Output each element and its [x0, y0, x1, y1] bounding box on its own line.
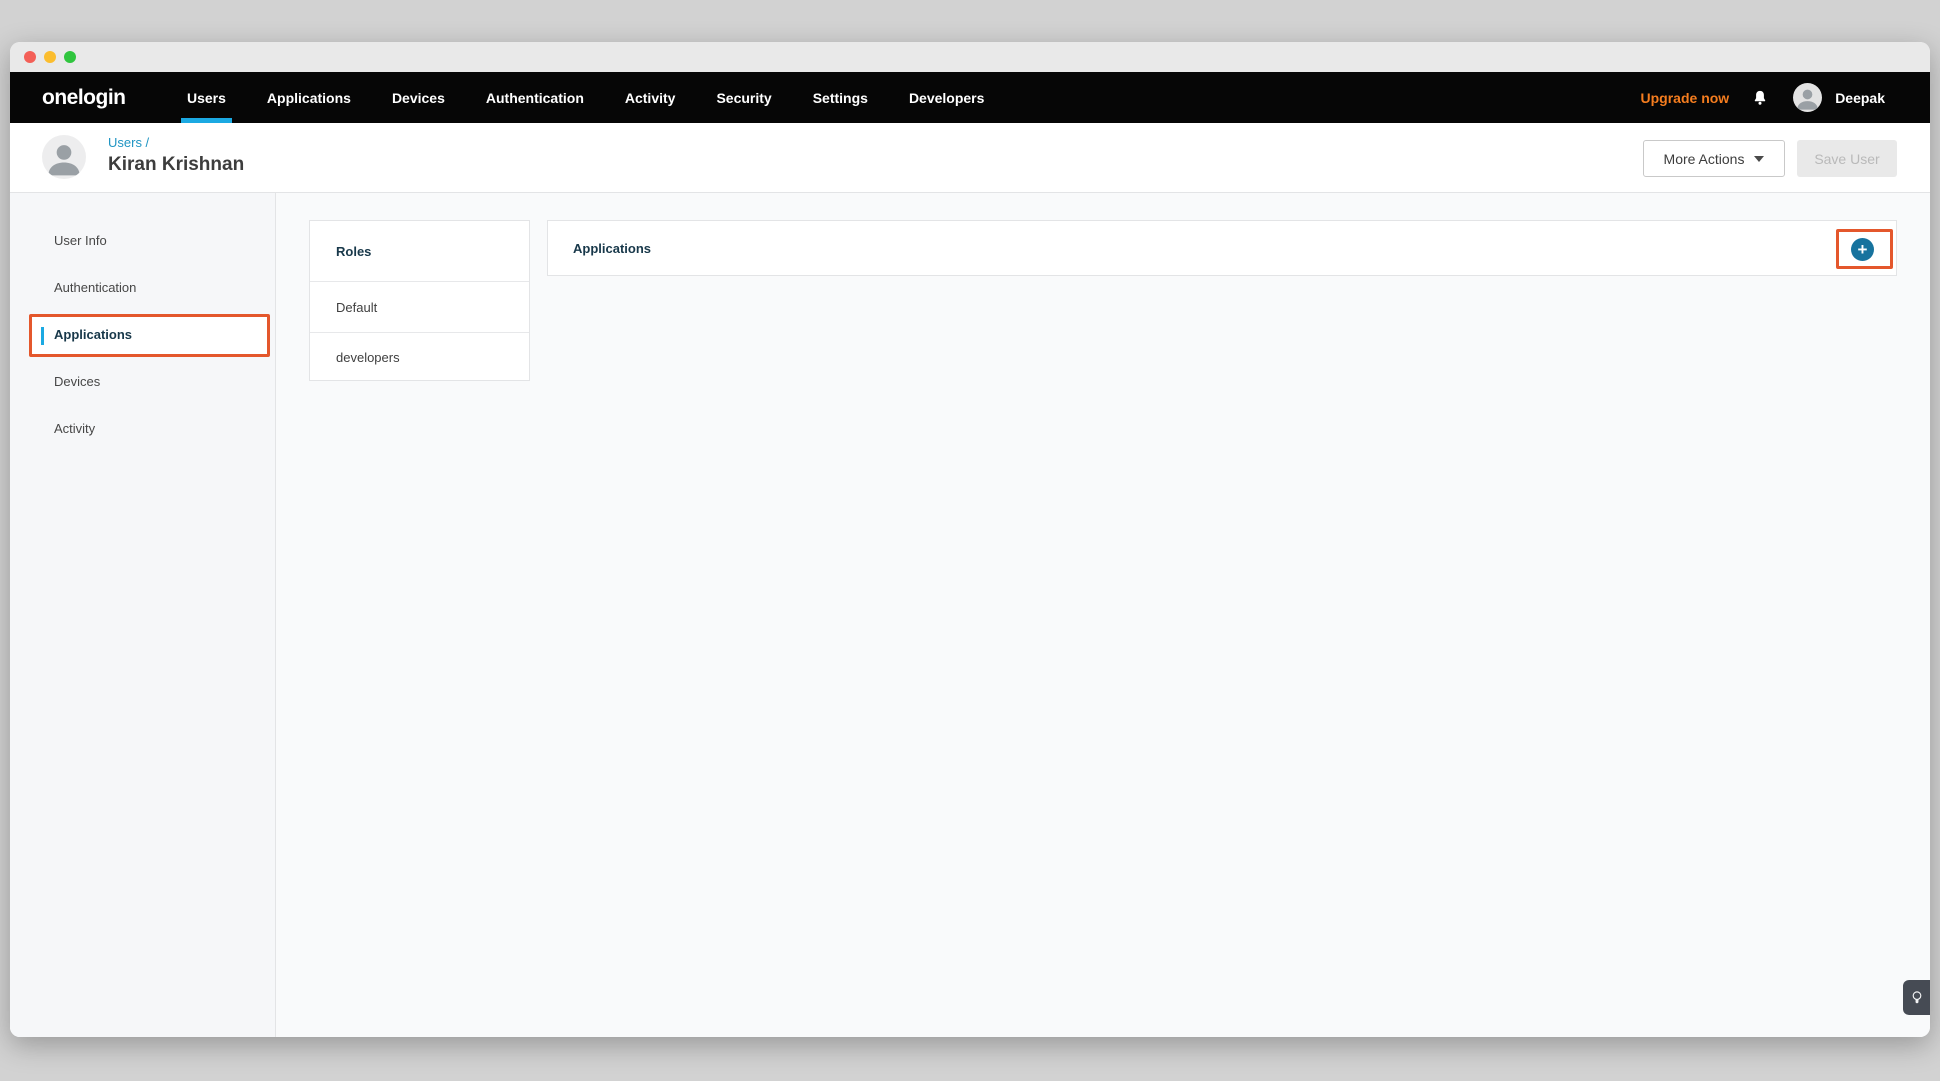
- nav-item-settings[interactable]: Settings: [813, 72, 868, 123]
- breadcrumb[interactable]: Users /: [108, 135, 149, 150]
- nav-menu: Users Applications Devices Authenticatio…: [187, 72, 984, 123]
- user-avatar-icon: [1793, 83, 1822, 112]
- nav-item-authentication[interactable]: Authentication: [486, 72, 584, 123]
- sidebar-item-authentication[interactable]: Authentication: [10, 264, 275, 311]
- page-header: Users / Kiran Krishnan More Actions Save…: [10, 123, 1930, 193]
- notifications-bell-icon[interactable]: [1751, 87, 1771, 109]
- more-actions-label: More Actions: [1664, 151, 1745, 167]
- lightbulb-icon: [1910, 989, 1924, 1007]
- plus-icon: +: [1858, 240, 1868, 259]
- zoom-window-button[interactable]: [64, 51, 76, 63]
- nav-item-devices[interactable]: Devices: [392, 72, 445, 123]
- minimize-window-button[interactable]: [44, 51, 56, 63]
- save-user-button[interactable]: Save User: [1797, 140, 1897, 177]
- app-window: onelogin Users Applications Devices Auth…: [10, 42, 1930, 1037]
- role-row-default[interactable]: Default: [310, 282, 529, 332]
- help-lightbulb-button[interactable]: [1903, 980, 1930, 1015]
- nav-right-group: Upgrade now Deepak: [1641, 72, 1885, 123]
- nav-item-developers[interactable]: Developers: [909, 72, 984, 123]
- roles-panel: Roles Default developers: [309, 220, 530, 381]
- sidebar-item-user-info[interactable]: User Info: [10, 217, 275, 264]
- sidebar-item-activity[interactable]: Activity: [10, 405, 275, 452]
- more-actions-button[interactable]: More Actions: [1643, 140, 1785, 177]
- profile-avatar-icon: [42, 135, 86, 179]
- top-navigation: onelogin Users Applications Devices Auth…: [10, 72, 1930, 123]
- user-section-sidebar: User Info Authentication Applications De…: [10, 193, 276, 1037]
- close-window-button[interactable]: [24, 51, 36, 63]
- applications-panel: Applications +: [547, 220, 1897, 276]
- user-menu[interactable]: Deepak: [1793, 83, 1885, 112]
- content-area: User Info Authentication Applications De…: [10, 193, 1930, 1037]
- nav-item-applications[interactable]: Applications: [267, 72, 351, 123]
- user-name: Deepak: [1835, 90, 1885, 106]
- nav-item-activity[interactable]: Activity: [625, 72, 676, 123]
- applications-panel-title: Applications: [573, 221, 651, 275]
- roles-panel-title: Roles: [310, 221, 529, 282]
- chevron-down-icon: [1754, 156, 1764, 162]
- page-title: Kiran Krishnan: [108, 154, 244, 176]
- onelogin-logo[interactable]: onelogin: [42, 72, 126, 123]
- upgrade-now-link[interactable]: Upgrade now: [1641, 90, 1730, 106]
- window-titlebar: [10, 42, 1930, 72]
- sidebar-item-applications[interactable]: Applications: [10, 311, 275, 358]
- sidebar-item-devices[interactable]: Devices: [10, 358, 275, 405]
- nav-item-security[interactable]: Security: [716, 72, 771, 123]
- nav-item-users[interactable]: Users: [187, 72, 226, 123]
- add-application-button[interactable]: +: [1851, 238, 1874, 261]
- role-row-developers[interactable]: developers: [310, 332, 529, 382]
